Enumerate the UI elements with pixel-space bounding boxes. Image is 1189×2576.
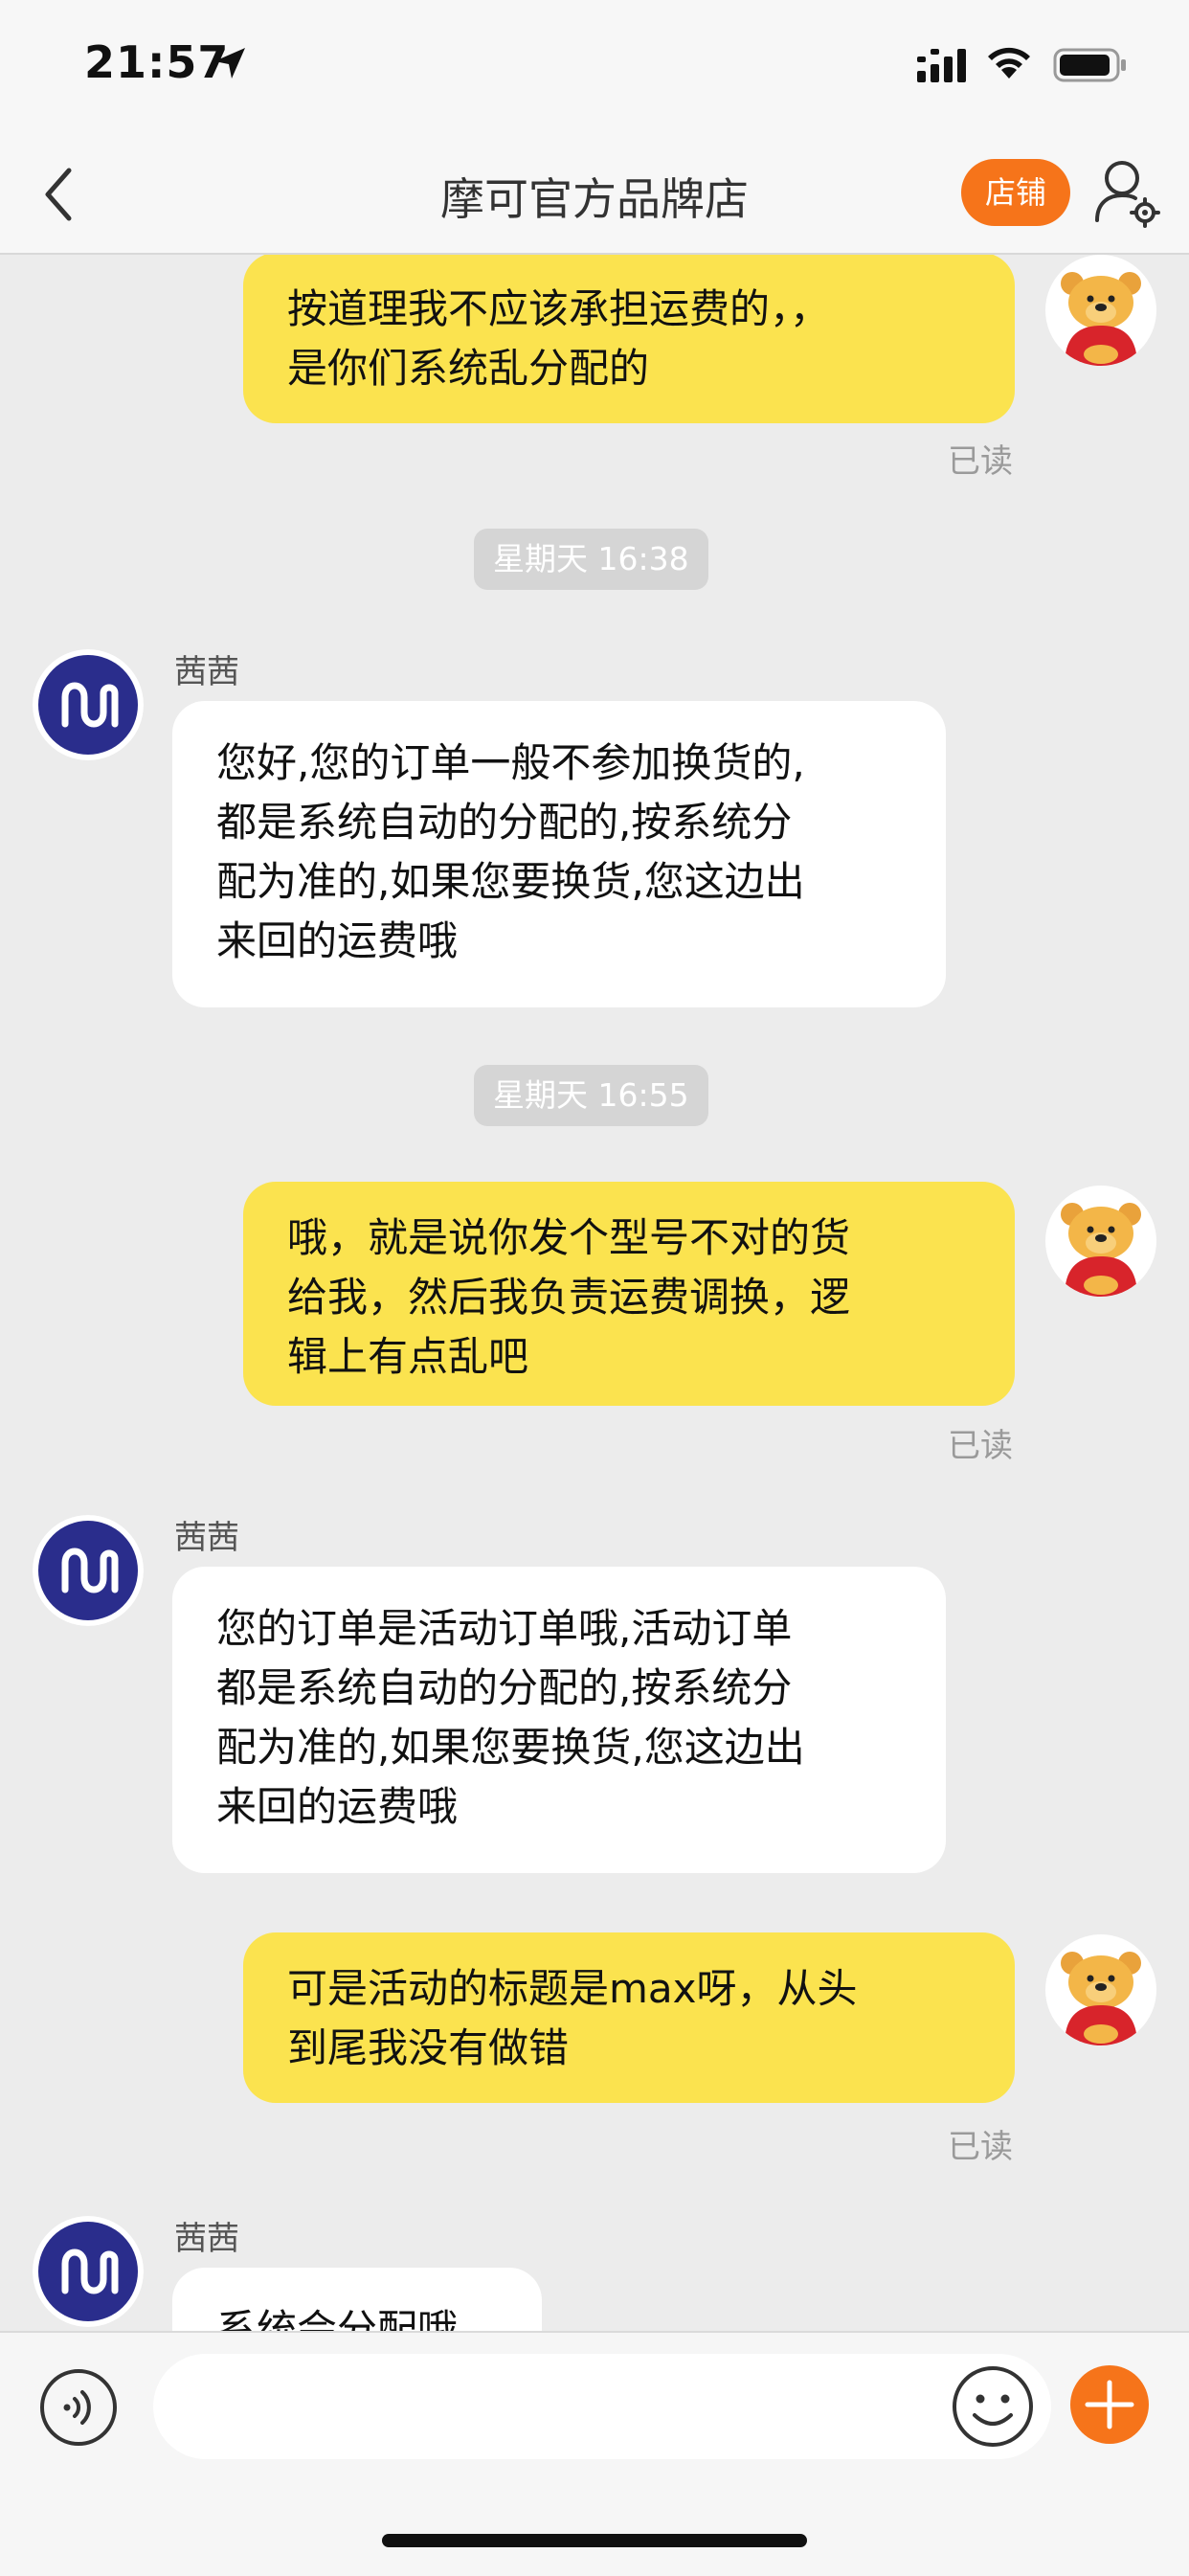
nav-bar: 摩可官方品牌店 店铺 (0, 134, 1189, 255)
read-receipt: 已读 (948, 442, 1013, 481)
input-bar (0, 2331, 1189, 2576)
seller-avatar[interactable] (33, 2216, 144, 2327)
plus-button[interactable] (1070, 2365, 1149, 2444)
battery-icon (1053, 48, 1126, 82)
wave-logo-icon (33, 1515, 144, 1626)
user-avatar[interactable] (1045, 255, 1156, 366)
sender-name: 茜茜 (174, 2220, 239, 2258)
message-text: 可是活动的标题是max呀，从头 到尾我没有做错 (287, 1965, 858, 2071)
outgoing-message-bubble[interactable]: 可是活动的标题是max呀，从头 到尾我没有做错 (243, 1932, 1015, 2103)
user-settings-icon[interactable] (1093, 157, 1160, 230)
plus-icon (1085, 2380, 1134, 2429)
status-time: 21:57 (84, 36, 230, 88)
incoming-message-bubble[interactable]: 系统会分配哦 (172, 2268, 542, 2331)
shop-button[interactable]: 店铺 (961, 159, 1070, 226)
wifi-icon (988, 47, 1030, 79)
wave-logo-icon (33, 649, 144, 760)
voice-icon[interactable] (38, 2367, 119, 2448)
message-text: 您的订单是活动订单哦,活动订单 都是系统自动的分配的,按系统分 配为准的,如果您… (216, 1605, 805, 1830)
outgoing-message-bubble[interactable]: 哦，就是说你发个型号不对的货 给我，然后我负责运费调换，逻 辑上有点乱吧 (243, 1182, 1015, 1406)
smiley-icon[interactable] (950, 2363, 1036, 2450)
sender-name: 茜茜 (174, 1519, 239, 1557)
message-text: 按道理我不应该承担运费的，， 是你们系统乱分配的 (287, 285, 831, 392)
message-input[interactable] (153, 2354, 1051, 2459)
read-receipt: 已读 (948, 1427, 1013, 1465)
status-bar: 21:57 (0, 0, 1189, 134)
message-list[interactable]: 按道理我不应该承担运费的，， 是你们系统乱分配的 已读 星期天 16:38 茜茜… (0, 255, 1189, 2331)
location-arrow-icon (214, 48, 245, 79)
outgoing-message-bubble[interactable]: 按道理我不应该承担运费的，， 是你们系统乱分配的 (243, 255, 1015, 423)
timestamp-label: 星期天 16:55 (474, 1065, 708, 1126)
bear-avatar-icon (1045, 1186, 1156, 1297)
home-indicator[interactable] (382, 2534, 807, 2547)
bear-avatar-icon (1045, 255, 1156, 366)
seller-avatar[interactable] (33, 1515, 144, 1626)
user-avatar[interactable] (1045, 1186, 1156, 1297)
read-receipt: 已读 (948, 2128, 1013, 2166)
timestamp-label: 星期天 16:38 (474, 529, 708, 590)
message-text: 系统会分配哦 (216, 2306, 459, 2331)
message-text: 哦，就是说你发个型号不对的货 给我，然后我负责运费调换，逻 辑上有点乱吧 (287, 1214, 851, 1380)
seller-avatar[interactable] (33, 649, 144, 760)
incoming-message-bubble[interactable]: 您好,您的订单一般不参加换货的, 都是系统自动的分配的,按系统分 配为准的,如果… (172, 701, 946, 1007)
wave-logo-icon (33, 2216, 144, 2327)
incoming-message-bubble[interactable]: 您的订单是活动订单哦,活动订单 都是系统自动的分配的,按系统分 配为准的,如果您… (172, 1567, 946, 1873)
bear-avatar-icon (1045, 1934, 1156, 2045)
user-avatar[interactable] (1045, 1934, 1156, 2045)
message-text: 您好,您的订单一般不参加换货的, 都是系统自动的分配的,按系统分 配为准的,如果… (216, 739, 805, 964)
cellular-signal-icon (917, 49, 966, 82)
sender-name: 茜茜 (174, 653, 239, 691)
